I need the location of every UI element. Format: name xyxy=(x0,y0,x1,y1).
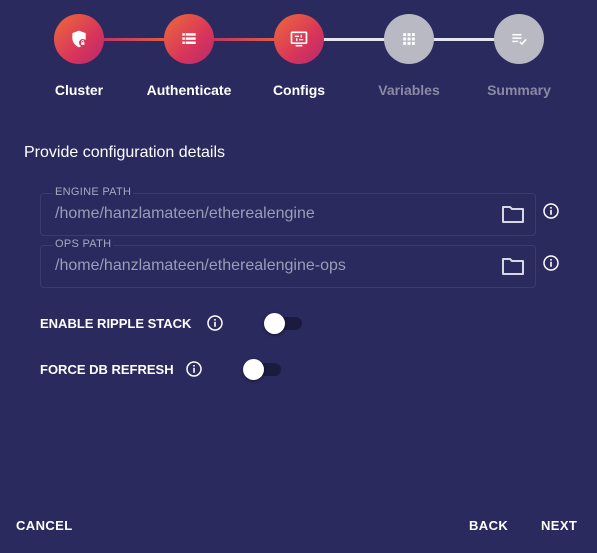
step-label-authenticate: Authenticate xyxy=(146,82,232,98)
ripple-stack-label: ENABLE RIPPLE STACK xyxy=(40,316,192,331)
step-variables[interactable] xyxy=(384,14,434,64)
step-label-variables: Variables xyxy=(378,82,440,98)
checklist-icon xyxy=(512,34,527,46)
step-label-summary: Summary xyxy=(487,82,551,98)
info-icon[interactable] xyxy=(542,202,560,220)
engine-path-label: ENGINE PATH xyxy=(53,186,134,198)
list-icon xyxy=(182,33,196,44)
folder-icon[interactable] xyxy=(501,255,525,277)
toggle-thumb xyxy=(243,359,264,380)
grid-icon xyxy=(403,33,415,45)
info-icon[interactable] xyxy=(542,254,560,272)
info-icon[interactable] xyxy=(185,360,203,378)
step-label-cluster: Cluster xyxy=(54,82,104,98)
stepper: Cluster Authenticate Configs Variables S… xyxy=(0,0,597,110)
step-connector xyxy=(213,38,275,41)
ops-path-field[interactable]: OPS PATH xyxy=(40,238,536,288)
cancel-button[interactable]: CANCEL xyxy=(16,518,73,533)
step-authenticate[interactable] xyxy=(164,14,214,64)
info-icon[interactable] xyxy=(206,314,224,332)
toggle-thumb xyxy=(264,313,285,334)
shield-lock-icon xyxy=(72,30,87,48)
step-connector xyxy=(323,38,385,41)
step-cluster[interactable] xyxy=(54,14,104,64)
engine-path-field[interactable]: ENGINE PATH xyxy=(40,186,536,236)
force-db-refresh-toggle[interactable] xyxy=(243,359,283,380)
ops-path-input[interactable] xyxy=(55,257,475,275)
step-label-configs: Configs xyxy=(272,82,326,98)
folder-icon[interactable] xyxy=(501,203,525,225)
settings-panel-icon xyxy=(290,31,308,47)
step-configs[interactable] xyxy=(274,14,324,64)
next-button[interactable]: NEXT xyxy=(541,518,577,533)
back-button[interactable]: BACK xyxy=(469,518,508,533)
force-db-refresh-label: FORCE DB REFRESH xyxy=(40,362,174,377)
page-title: Provide configuration details xyxy=(24,144,226,161)
step-connector xyxy=(103,38,165,41)
ripple-stack-toggle[interactable] xyxy=(264,313,304,334)
engine-path-input[interactable] xyxy=(55,205,475,223)
step-summary[interactable] xyxy=(494,14,544,64)
ops-path-label: OPS PATH xyxy=(53,238,114,250)
step-connector xyxy=(433,38,495,41)
